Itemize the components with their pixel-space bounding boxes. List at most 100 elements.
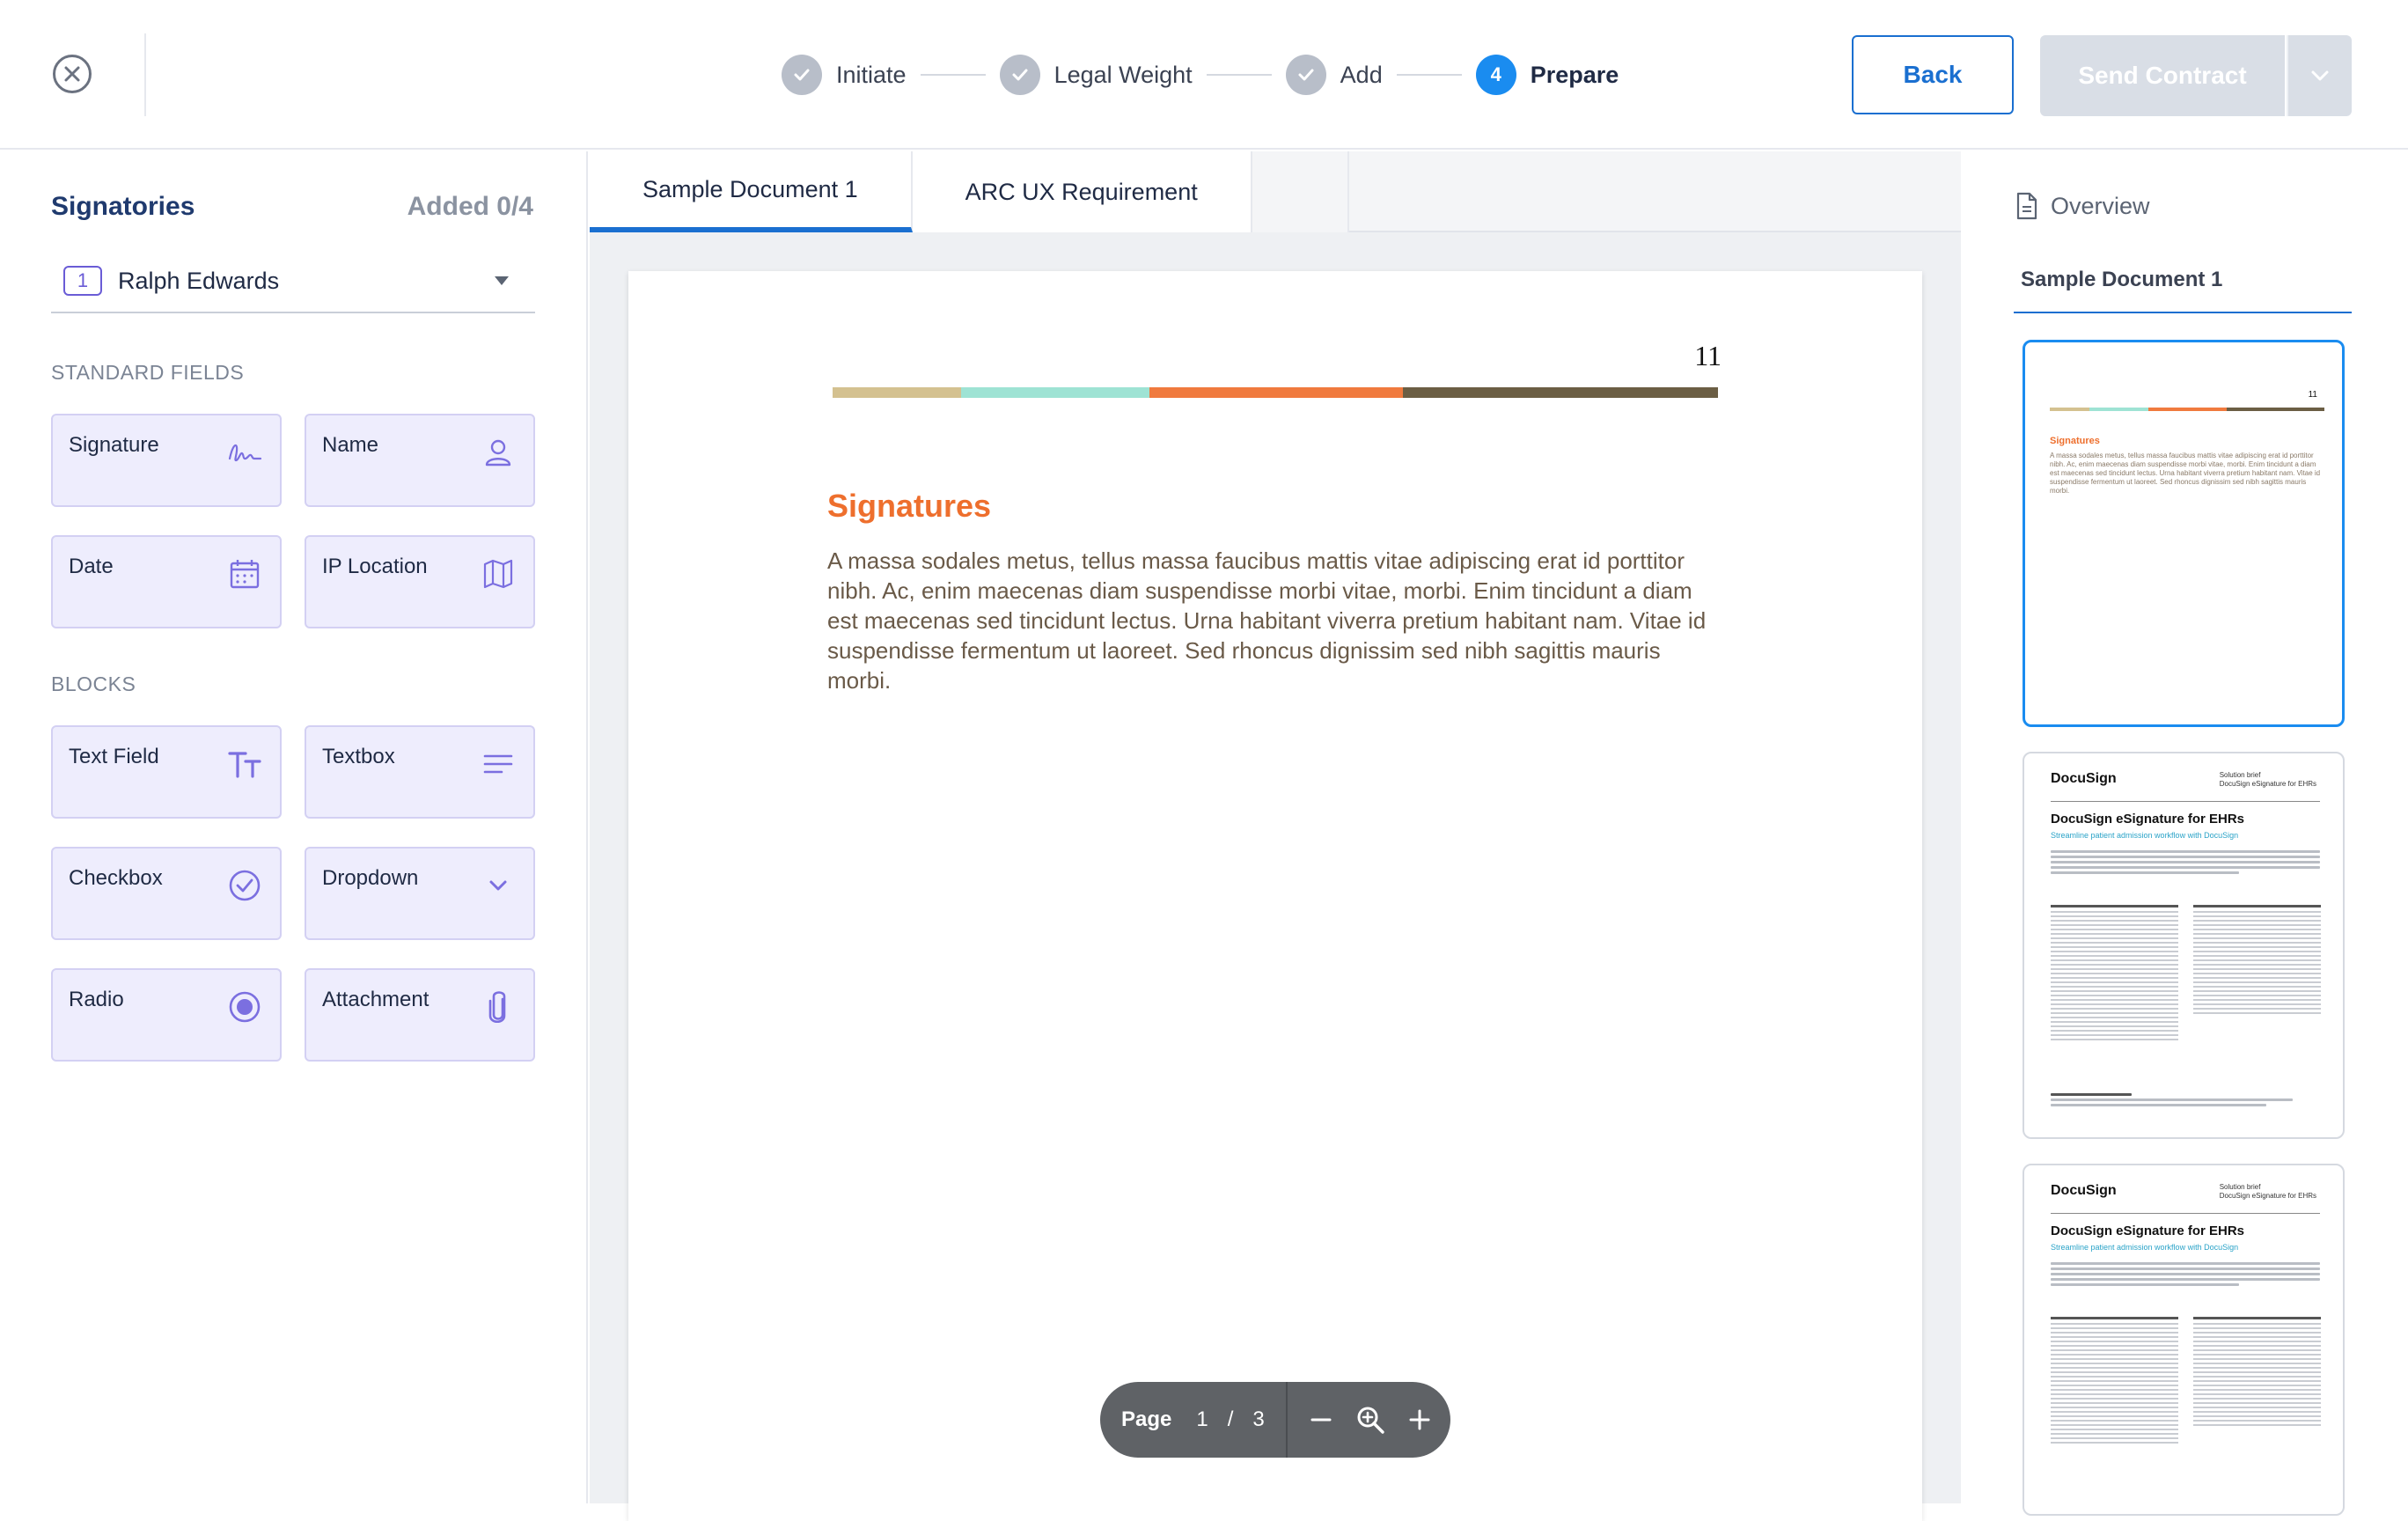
page-current[interactable]: 1 bbox=[1196, 1407, 1208, 1432]
thumbnail-column bbox=[2193, 905, 2321, 1017]
thumbnail-column bbox=[2051, 905, 2178, 1043]
thumbnail-color-bar bbox=[2050, 408, 2324, 411]
send-contract-button[interactable]: Send Contract bbox=[2040, 35, 2285, 116]
thumbnail-heading: Signatures bbox=[2050, 436, 2100, 446]
document-body: A massa sodales metus, tellus massa fauc… bbox=[827, 547, 1707, 694]
chevron-down-icon bbox=[2311, 70, 2329, 81]
color-bar-segment bbox=[1403, 387, 1718, 398]
blocks-label: BLOCKS bbox=[51, 672, 136, 695]
stepper: Initiate Legal Weight Add 4 Prepare bbox=[782, 53, 1619, 97]
field-label: Date bbox=[69, 555, 114, 578]
thumbnail-column bbox=[2193, 1317, 2321, 1429]
thumbnail-text-lines bbox=[2051, 1093, 2320, 1109]
signature-icon bbox=[227, 435, 262, 470]
block-radio[interactable]: Radio bbox=[51, 968, 282, 1062]
document-page[interactable]: 11 Signatures A massa sodales metus, tel… bbox=[628, 271, 1922, 1521]
page-thumbnail-3[interactable]: DocuSign Solution brief DocuSign eSignatu… bbox=[2023, 1164, 2345, 1516]
tab-arc-ux-requirement[interactable]: ARC UX Requirement bbox=[912, 151, 1252, 232]
zoom-icon bbox=[1357, 1407, 1384, 1434]
block-attachment[interactable]: Attachment bbox=[305, 968, 535, 1062]
page-separator: / bbox=[1227, 1407, 1234, 1431]
brief-line: Solution brief bbox=[2219, 1183, 2261, 1191]
field-name[interactable]: Name bbox=[305, 414, 535, 507]
person-icon bbox=[481, 435, 516, 470]
document-viewer: Sample Document 1 ARC UX Requirement 11 … bbox=[590, 151, 1961, 1521]
send-options-button[interactable] bbox=[2287, 35, 2352, 116]
document-heading: Signatures bbox=[827, 488, 992, 524]
block-checkbox[interactable]: Checkbox bbox=[51, 847, 282, 940]
paperclip-icon bbox=[481, 989, 516, 1025]
divider bbox=[2014, 312, 2352, 313]
zoom-out-button[interactable] bbox=[1296, 1395, 1346, 1444]
page-controls: Page 1 / 3 bbox=[1100, 1382, 1450, 1458]
added-count: Added 0/4 bbox=[407, 192, 533, 221]
color-bar-segment bbox=[2148, 408, 2227, 411]
color-bar-segment bbox=[2089, 408, 2148, 411]
color-bar-segment bbox=[961, 387, 1149, 398]
color-bar-segment bbox=[833, 387, 961, 398]
step-label: Legal Weight bbox=[1054, 61, 1193, 88]
brief-line: DocuSign eSignature for EHRs bbox=[2219, 1192, 2316, 1200]
page-thumbnail-2[interactable]: DocuSign Solution brief DocuSign eSignatu… bbox=[2023, 752, 2345, 1139]
thumbnail-text-lines bbox=[2051, 1262, 2320, 1289]
field-label: Checkbox bbox=[69, 866, 163, 890]
text-size-icon bbox=[227, 746, 262, 782]
text-lines-icon bbox=[481, 746, 516, 782]
step-connector bbox=[1396, 74, 1462, 76]
check-icon bbox=[999, 55, 1040, 95]
block-textbox[interactable]: Textbox bbox=[305, 725, 535, 819]
thumbnail-column bbox=[2051, 1317, 2178, 1446]
step-initiate[interactable]: Initiate bbox=[782, 55, 907, 95]
tab-sample-document-1[interactable]: Sample Document 1 bbox=[590, 151, 913, 232]
thumbnail-brief: Solution brief DocuSign eSignature for EH… bbox=[2220, 1183, 2316, 1201]
field-label: Name bbox=[322, 433, 379, 457]
step-add[interactable]: Add bbox=[1285, 55, 1383, 95]
caret-down-icon bbox=[495, 276, 509, 285]
zoom-in-button[interactable] bbox=[1395, 1395, 1444, 1444]
standard-fields-label: STANDARD FIELDS bbox=[51, 361, 245, 384]
signatory-name: Ralph Edwards bbox=[118, 267, 280, 294]
top-bar: Initiate Legal Weight Add 4 Prepare Back… bbox=[0, 0, 2408, 150]
field-label: Radio bbox=[69, 988, 124, 1011]
zoom-button[interactable] bbox=[1346, 1395, 1395, 1444]
chevron-down-icon bbox=[481, 868, 516, 903]
tab-empty bbox=[1252, 151, 1349, 232]
plus-icon bbox=[1409, 1409, 1430, 1430]
thumbnail-subtitle: Streamline patient admission workflow wi… bbox=[2051, 1243, 2239, 1252]
divider bbox=[2051, 801, 2320, 802]
block-text-field[interactable]: Text Field bbox=[51, 725, 282, 819]
close-icon[interactable] bbox=[53, 55, 92, 93]
signatory-number-badge: 1 bbox=[63, 266, 102, 296]
field-ip-location[interactable]: IP Location bbox=[305, 535, 535, 628]
page-thumbnail-1[interactable]: 11 Signatures A massa sodales metus, tel… bbox=[2023, 340, 2345, 727]
step-legal-weight[interactable]: Legal Weight bbox=[999, 55, 1193, 95]
field-date[interactable]: Date bbox=[51, 535, 282, 628]
back-button[interactable]: Back bbox=[1852, 35, 2014, 114]
check-icon bbox=[782, 55, 822, 95]
check-circle-icon bbox=[227, 868, 262, 903]
thumbnail-title: DocuSign eSignature for EHRs bbox=[2051, 1223, 2245, 1238]
divider bbox=[2051, 1213, 2320, 1214]
brief-line: DocuSign eSignature for EHRs bbox=[2219, 780, 2316, 788]
overview-header: Overview bbox=[2015, 192, 2150, 220]
color-bar-segment bbox=[2227, 408, 2324, 411]
signatory-select[interactable]: 1 Ralph Edwards bbox=[51, 250, 535, 313]
color-bar-segment bbox=[1149, 387, 1403, 398]
block-dropdown[interactable]: Dropdown bbox=[305, 847, 535, 940]
thumbnail-body: A massa sodales metus, tellus massa fauc… bbox=[2050, 452, 2321, 495]
thumbnail-brief: Solution brief DocuSign eSignature for EH… bbox=[2220, 771, 2316, 789]
thumbnail-page-number: 11 bbox=[2308, 390, 2317, 400]
page-label: Page bbox=[1121, 1407, 1172, 1431]
step-label: Add bbox=[1340, 61, 1383, 88]
document-tabs: Sample Document 1 ARC UX Requirement bbox=[590, 151, 1961, 232]
thumbnail-subtitle: Streamline patient admission workflow wi… bbox=[2051, 831, 2239, 840]
step-prepare[interactable]: 4 Prepare bbox=[1475, 55, 1619, 95]
overview-title: Overview bbox=[2051, 192, 2150, 219]
field-signature[interactable]: Signature bbox=[51, 414, 282, 507]
signatories-title: Signatories bbox=[51, 192, 195, 221]
page-number: 11 bbox=[1694, 340, 1722, 371]
check-icon bbox=[1285, 55, 1326, 95]
document-icon bbox=[2016, 192, 2037, 220]
color-bar-segment bbox=[2050, 408, 2089, 411]
map-icon bbox=[481, 556, 516, 592]
